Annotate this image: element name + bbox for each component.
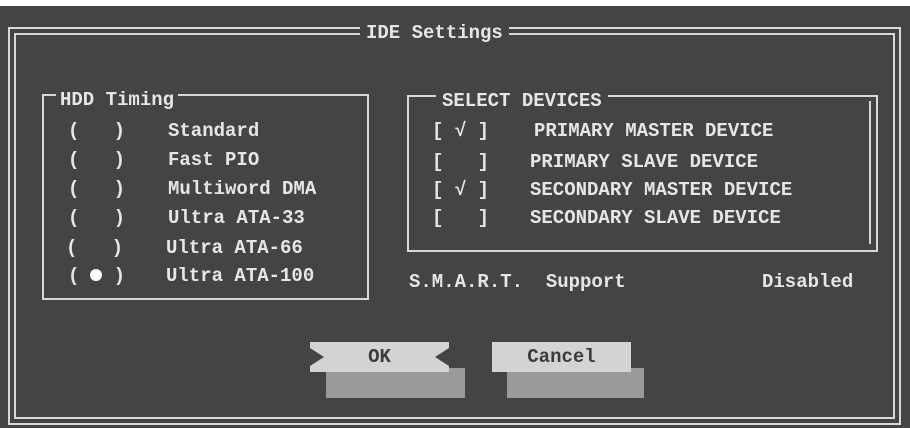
group-border [876, 95, 878, 252]
radio-selected-dot [90, 269, 102, 281]
device-label: SECONDARY MASTER DEVICE [530, 179, 793, 201]
option-label: Ultra ATA-100 [166, 265, 315, 287]
option-label: Ultra ATA-33 [168, 207, 305, 229]
focus-arrow-right-icon [310, 348, 324, 366]
ok-button-label: OK [368, 346, 391, 368]
device-label: PRIMARY MASTER DEVICE [534, 120, 774, 142]
frame-line [14, 33, 16, 419]
option-label: Multiword DMA [168, 178, 317, 200]
radio-mark[interactable]: ( ) [68, 207, 125, 229]
checkbox-mark[interactable]: [ √ ] [432, 179, 489, 201]
group-border [42, 94, 44, 300]
device-label: SECONDARY SLAVE DEVICE [530, 207, 781, 229]
cancel-button[interactable]: Cancel [492, 342, 631, 372]
ide-settings-dialog: IDE Settings HDD Timing ( ) Standard ( )… [0, 6, 910, 428]
checkbox-mark[interactable]: [ √ ] [432, 120, 489, 142]
frame-line [14, 417, 895, 419]
frame-line [8, 423, 901, 425]
ok-button-shadow [326, 368, 465, 398]
smart-support-label: S.M.A.R.T. Support [409, 271, 626, 293]
radio-mark[interactable]: ( ) [68, 120, 125, 142]
option-label: Ultra ATA-66 [166, 237, 303, 259]
option-label: Standard [168, 120, 260, 142]
radio-mark[interactable]: ( ) [68, 178, 125, 200]
checkbox-mark[interactable]: [ ] [432, 207, 489, 229]
option-label: Fast PIO [168, 149, 260, 171]
group-border [42, 298, 369, 300]
cancel-button-label: Cancel [527, 346, 596, 368]
group-border [407, 95, 409, 252]
dialog-title: IDE Settings [360, 22, 509, 44]
smart-support-value[interactable]: Disabled [762, 271, 853, 293]
cancel-button-shadow [507, 368, 644, 398]
group-border [407, 250, 878, 252]
select-devices-title: SELECT DEVICES [436, 90, 608, 112]
frame-line [899, 27, 901, 425]
group-border [367, 94, 369, 300]
checkbox-mark[interactable]: [ ] [432, 151, 489, 173]
ok-button[interactable]: OK [310, 342, 449, 372]
radio-mark[interactable]: ( ) [68, 149, 125, 171]
device-label: PRIMARY SLAVE DEVICE [530, 151, 759, 173]
group-border [869, 101, 871, 244]
radio-mark[interactable]: ( ) [66, 237, 123, 259]
hdd-timing-title: HDD Timing [56, 89, 179, 111]
frame-line [8, 27, 10, 425]
frame-line [893, 33, 895, 419]
focus-arrow-left-icon [435, 348, 449, 366]
